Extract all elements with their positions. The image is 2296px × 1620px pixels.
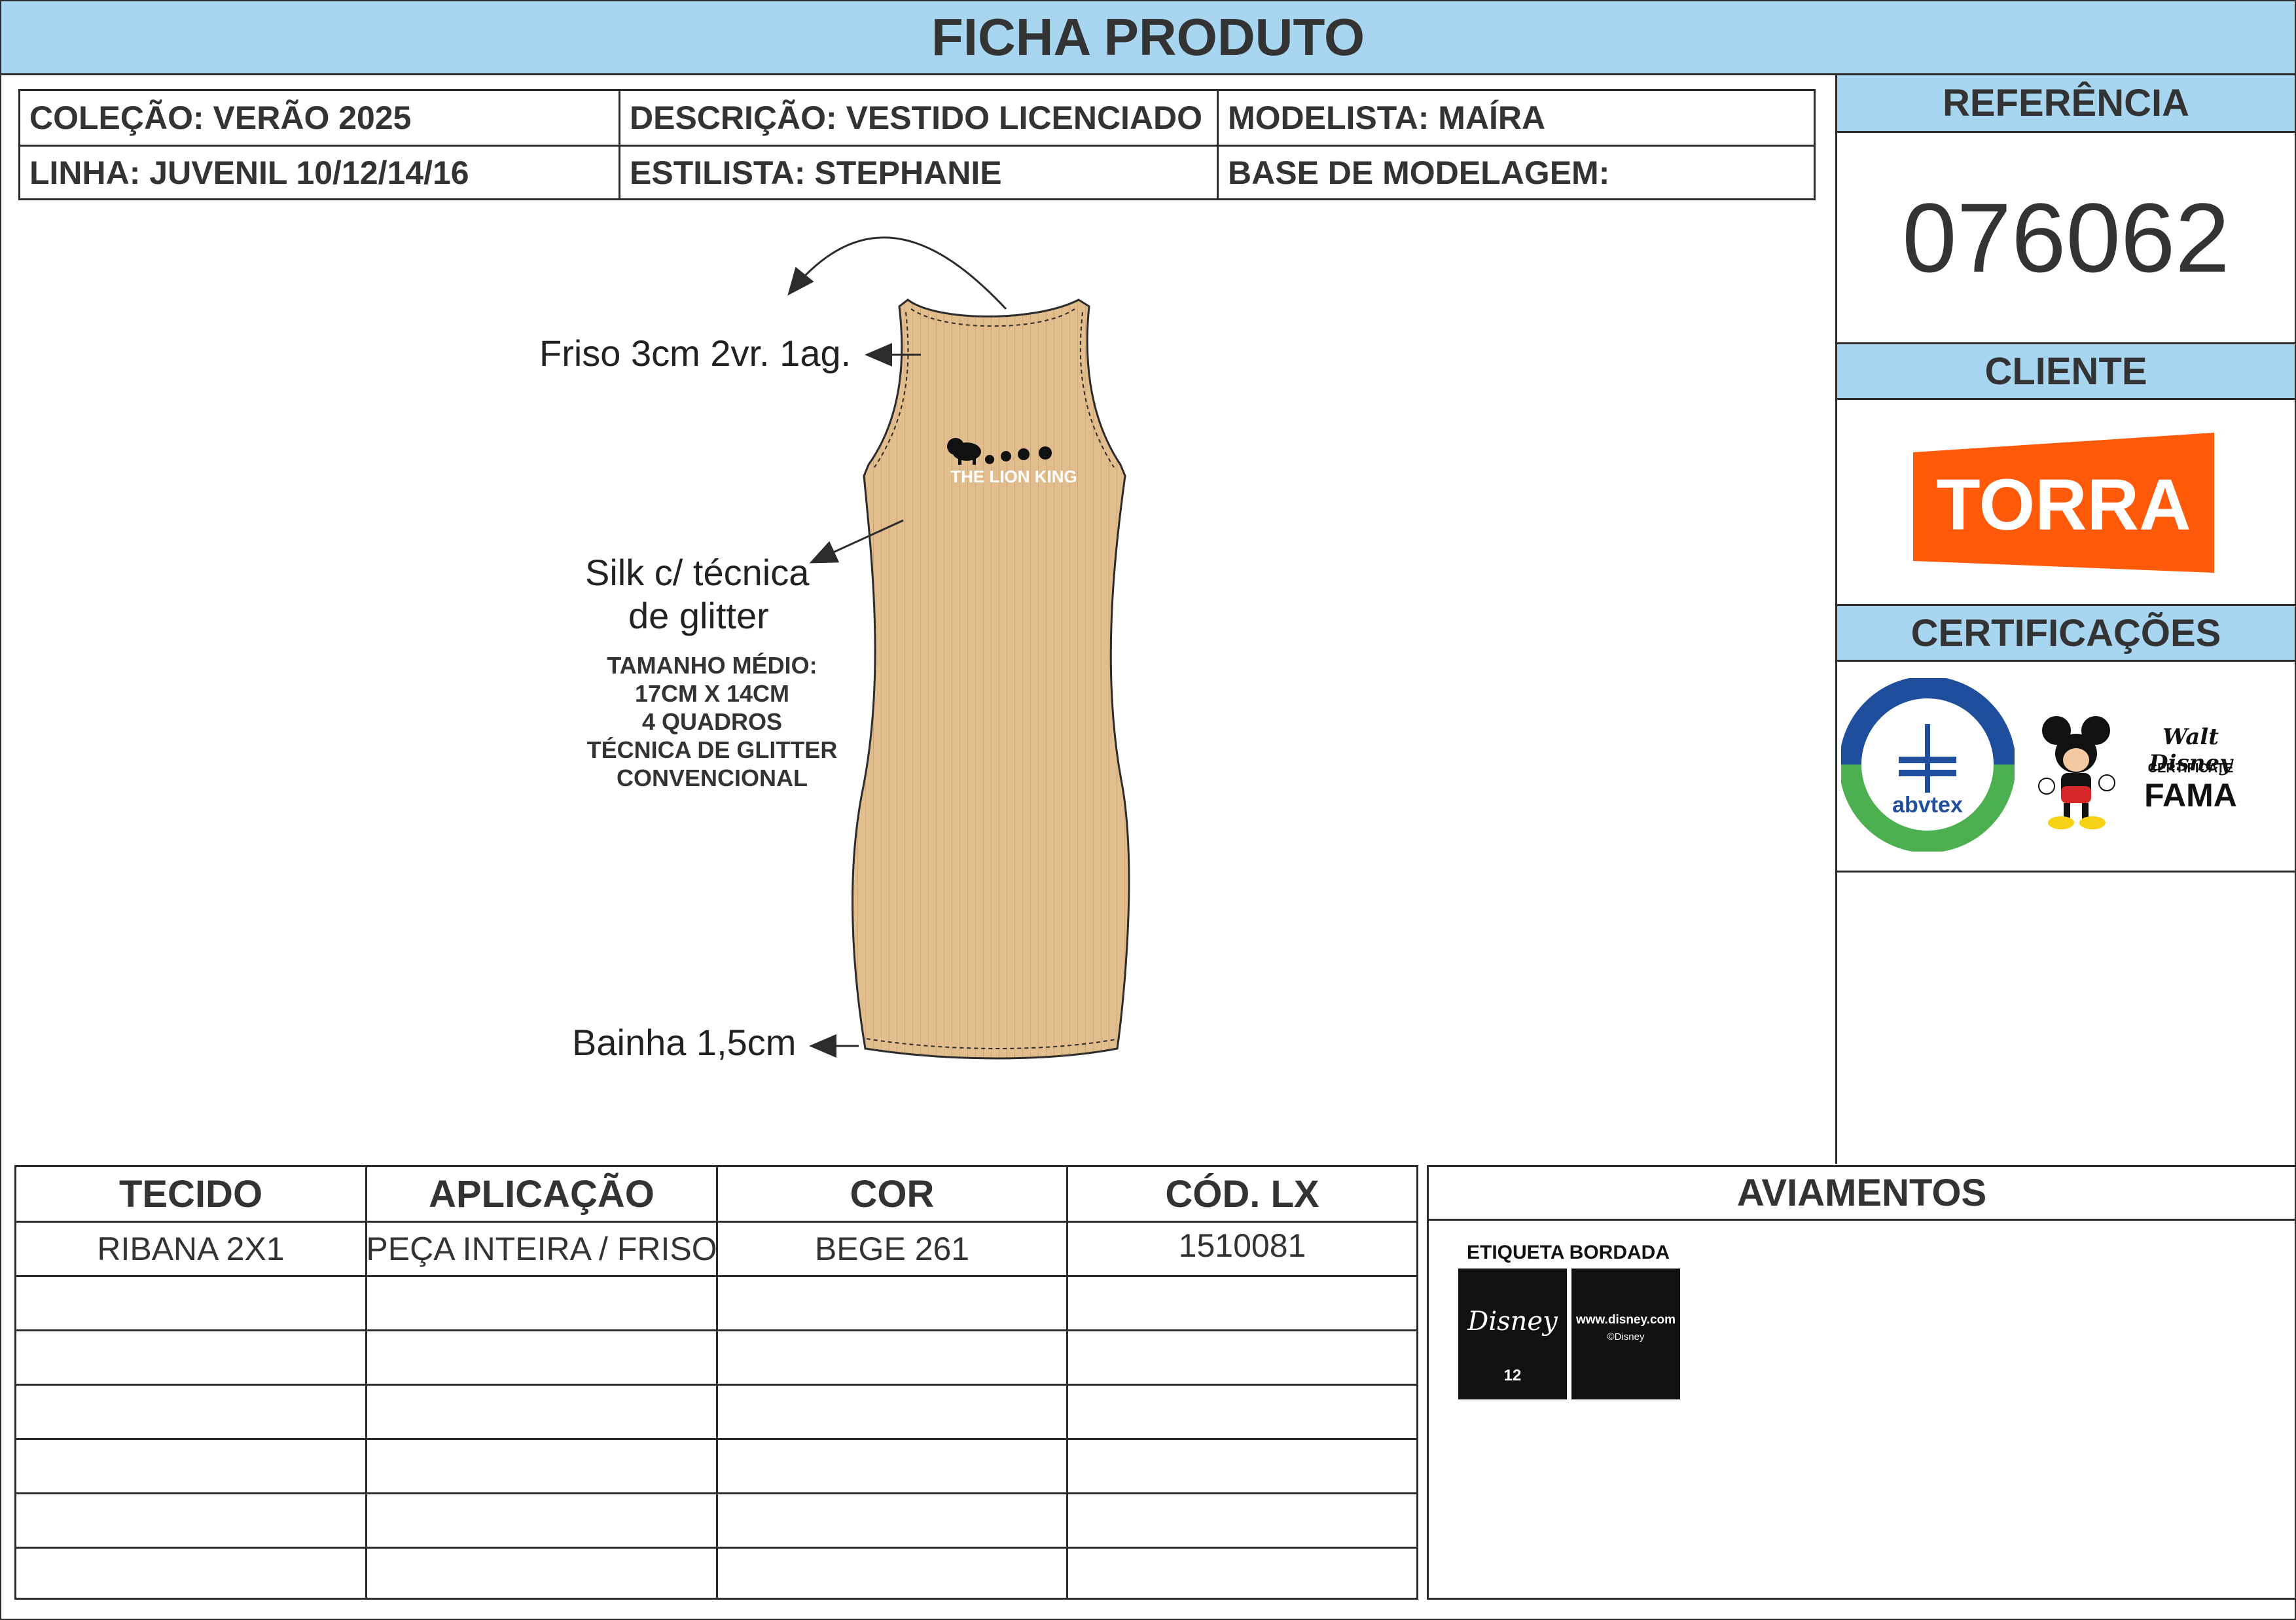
disney-logo-icon: Disney <box>1467 1306 1558 1337</box>
callout-bainha: Bainha 1,5cm <box>572 1022 797 1063</box>
disney-label-front: Disney 12 <box>1458 1269 1567 1399</box>
cliente-logo-area: TORRA <box>1837 400 2295 604</box>
certificacoes-header: CERTIFICAÇÕES <box>1837 604 2295 662</box>
col-header-cor: COR <box>850 1172 935 1215</box>
tag-url: www.disney.com <box>1575 1313 1676 1327</box>
note-line: 4 QUADROS <box>641 708 783 735</box>
callout-friso: Friso 3cm 2vr. 1ag. <box>539 333 852 374</box>
aviamentos-box: AVIAMENTOS ETIQUETA BORDADA Disney 12 ww… <box>1427 1165 2295 1600</box>
torra-logo-text: TORRA <box>1936 465 2191 545</box>
cell-tecido: RIBANA 2X1 <box>97 1231 285 1267</box>
disney-certificate-text: CERTIFICATE <box>2147 761 2234 776</box>
info-modelista: MODELISTA: MAÍRA <box>1228 99 1546 136</box>
torra-logo: TORRA <box>1913 433 2214 573</box>
referencia-value: 076062 <box>1902 182 2230 293</box>
certificacoes-area: abvtex Walt Disney CERTIFICATE FAMA <box>1837 662 2295 873</box>
cell-cod-lx: 1510081 <box>1178 1227 1306 1264</box>
note-line: TAMANHO MÉDIO: <box>607 652 817 679</box>
abvtex-text: abvtex <box>1892 793 1963 818</box>
cell-aplicacao: PEÇA INTEIRA / FRISO <box>366 1231 717 1267</box>
note-line: TÉCNICA DE GLITTER <box>586 736 838 763</box>
materials-table: TECIDO APLICAÇÃO COR CÓD. LX RIBANA 2X1 … <box>14 1165 1418 1600</box>
callout-silk-line2: de glitter <box>628 595 769 636</box>
col-header-cod-lx: CÓD. LX <box>1165 1172 1319 1215</box>
cell-cor: BEGE 261 <box>814 1231 970 1267</box>
referencia-header: REFERÊNCIA <box>1837 75 2295 133</box>
col-header-aplicacao: APLICAÇÃO <box>429 1172 655 1215</box>
sidebar: REFERÊNCIA 076062 CLIENTE TORRA CERTIFIC… <box>1835 75 2295 1164</box>
product-sheet: FICHA PRODUTO COLEÇÃO: VERÃO 2025 DESCRI… <box>0 0 2296 1620</box>
col-header-tecido: TECIDO <box>118 1172 263 1215</box>
tag-copyright: ©Disney <box>1607 1331 1645 1342</box>
etiqueta-label: ETIQUETA BORDADA <box>1467 1242 1670 1263</box>
mickey-icon <box>2038 716 2115 829</box>
note-line: CONVENCIONAL <box>616 765 808 791</box>
print-size-note: TAMANHO MÉDIO: 17CM X 14CM 4 QUADROS TÉC… <box>562 651 863 792</box>
walt-disney-wordmark-icon: Walt Disney <box>2149 724 2233 776</box>
abvtex-seal-icon: abvtex <box>1841 678 2015 852</box>
disney-label-back: www.disney.com ©Disney <box>1571 1269 1680 1399</box>
note-line: 17CM X 14CM <box>634 680 790 707</box>
cliente-header: CLIENTE <box>1837 342 2295 400</box>
tag-size: 12 <box>1503 1367 1522 1384</box>
info-base-modelagem: BASE DE MODELAGEM: <box>1228 154 1610 191</box>
fama-text: FAMA <box>2144 777 2237 814</box>
aviamentos-header: AVIAMENTOS <box>1429 1167 2295 1221</box>
callout-silk-line1: Silk c/ técnica <box>585 552 810 593</box>
